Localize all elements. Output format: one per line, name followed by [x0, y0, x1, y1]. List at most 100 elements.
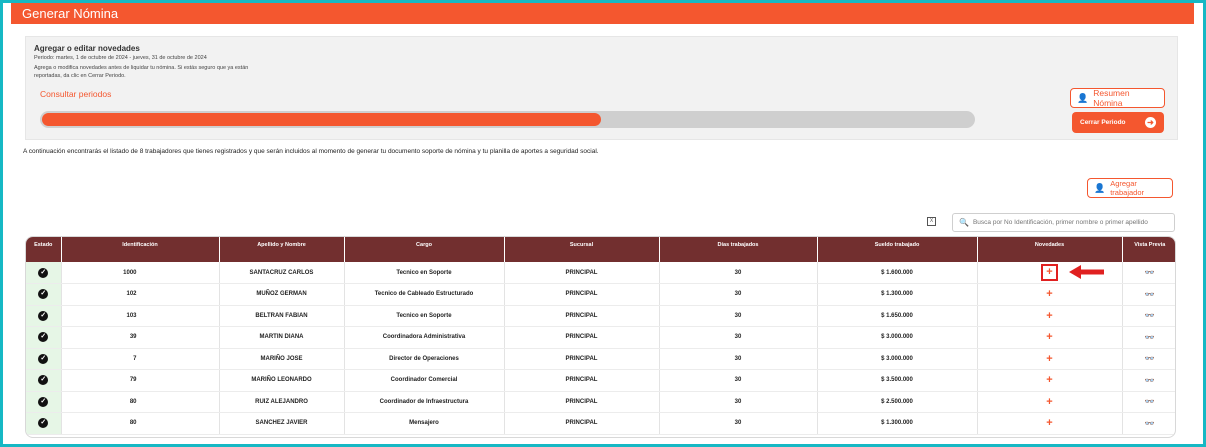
nombre-cell: SANTACRUZ CARLOS — [219, 262, 345, 284]
col-header-dias: Días trabajados — [659, 237, 818, 262]
check-icon: ✓ — [38, 310, 49, 321]
cerrar-periodo-button[interactable]: Cerrar Periodo ➜ — [1072, 112, 1164, 133]
novedades-cell: + — [977, 391, 1123, 413]
add-novedad-plus-icon[interactable]: + — [1046, 396, 1052, 407]
dias-cell: 30 — [659, 369, 818, 392]
search-input[interactable] — [972, 219, 1173, 226]
sucursal-cell: PRINCIPAL — [504, 305, 660, 327]
sueldo-cell: $ 1.300.000 — [817, 283, 978, 306]
dias-cell: 30 — [659, 283, 818, 306]
novedades-panel: Agregar o editar novedades Periodo: mart… — [25, 36, 1178, 140]
vista-previa-cell: 👓 — [1122, 369, 1175, 392]
col-header-sucursal: Sucursal — [504, 237, 660, 262]
table-row: ✓ 80 RUIZ ALEJANDRO Coordinador de Infraest… — [26, 391, 1175, 413]
identificacion-cell: 103 — [61, 305, 220, 327]
resumen-nomina-button[interactable]: 👤 Resumen Nómina — [1070, 88, 1165, 108]
glasses-icon[interactable]: 👓 — [1145, 376, 1155, 385]
excel-export-icon[interactable]: X — [927, 217, 936, 226]
vista-previa-cell: 👓 — [1122, 283, 1175, 306]
col-header-identificacion: Identificación — [61, 237, 220, 262]
search-box[interactable]: 🔍 — [952, 213, 1175, 232]
estado-cell: ✓ — [26, 348, 62, 370]
nombre-cell: SANCHEZ JAVIER — [219, 412, 345, 435]
identificacion-cell: 1000 — [61, 262, 220, 284]
check-icon: ✓ — [38, 289, 49, 300]
agregar-trabajador-label: Agregar trabajador — [1110, 179, 1144, 197]
sucursal-cell: PRINCIPAL — [504, 348, 660, 370]
glasses-icon[interactable]: 👓 — [1145, 397, 1155, 406]
estado-cell: ✓ — [26, 305, 62, 327]
add-novedad-plus-icon[interactable]: + — [1046, 289, 1052, 300]
col-header-vista-previa: Vista Previa — [1134, 242, 1166, 248]
check-icon: ✓ — [38, 332, 49, 343]
add-novedad-plus-icon[interactable]: + — [1041, 264, 1058, 281]
help-text: Agrega o modifica novedades antes de liq… — [34, 65, 249, 79]
col-header-sueldo: Sueldo trabajado — [817, 237, 978, 262]
cargo-cell: Tecnico en Soporte — [344, 262, 505, 284]
red-arrow-annotation — [1069, 265, 1104, 279]
table-row: ✓ 1000 SANTACRUZ CARLOS Tecnico en Soporte P… — [26, 262, 1175, 284]
identificacion-cell: 80 — [61, 412, 220, 435]
sucursal-cell: PRINCIPAL — [504, 391, 660, 413]
sucursal-cell: PRINCIPAL — [504, 412, 660, 435]
estado-cell: ✓ — [26, 262, 62, 284]
novedades-cell: + — [977, 348, 1123, 370]
glasses-icon[interactable]: 👓 — [1145, 333, 1155, 342]
cargo-cell: Tecnico en Soporte — [344, 305, 505, 327]
check-icon: ✓ — [38, 375, 49, 386]
period-text: Periodo: martes, 1 de octubre de 2024 - … — [34, 55, 207, 61]
check-icon: ✓ — [38, 353, 49, 364]
glasses-icon[interactable]: 👓 — [1145, 268, 1155, 277]
sueldo-cell: $ 3.000.000 — [817, 326, 978, 349]
check-icon: ✓ — [38, 267, 49, 278]
table-row: ✓ 103 BELTRAN FABIAN Tecnico en Soporte PRIN… — [26, 305, 1175, 327]
nombre-cell: MARTIN DIANA — [219, 326, 345, 349]
add-novedad-plus-icon[interactable]: + — [1046, 418, 1052, 429]
agregar-trabajador-button[interactable]: 👤 Agregar trabajador — [1087, 178, 1173, 198]
add-novedad-plus-icon[interactable]: + — [1046, 332, 1052, 343]
dias-cell: 30 — [659, 348, 818, 370]
table-row: ✓ 80 SANCHEZ JAVIER Mensajero PRINCIPAL 30 $ 1… — [26, 412, 1175, 435]
resumen-nomina-label: Resumen Nómina — [1093, 88, 1130, 108]
page-header: Generar Nómina — [11, 3, 1194, 24]
sueldo-cell: $ 3.500.000 — [817, 369, 978, 392]
add-novedad-plus-icon[interactable]: + — [1046, 353, 1052, 364]
dias-cell: 30 — [659, 326, 818, 349]
dias-cell: 30 — [659, 305, 818, 327]
user-plus-icon: 👤 — [1094, 182, 1106, 193]
identificacion-cell: 79 — [61, 369, 220, 392]
col-header-estado: Estado — [26, 237, 62, 262]
glasses-icon[interactable]: 👓 — [1145, 354, 1155, 363]
table-row: ✓ 102 MUÑOZ GERMAN Tecnico de Cableado Estr… — [26, 283, 1175, 306]
col-header-cargo: Cargo — [344, 237, 505, 262]
vista-previa-cell: 👓 — [1122, 348, 1175, 370]
glasses-icon[interactable]: 👓 — [1145, 290, 1155, 299]
col-header-nombre: Apellido y Nombre — [219, 237, 345, 262]
estado-cell: ✓ — [26, 283, 62, 306]
table-row: ✓ 39 MARTIN DIANA Coordinadora Administrati… — [26, 326, 1175, 349]
novedades-cell: + — [977, 326, 1123, 349]
add-novedad-plus-icon[interactable]: + — [1046, 310, 1052, 321]
table-row: ✓ 79 MARIÑO LEONARDO Coordinador Comercial P… — [26, 369, 1175, 392]
identificacion-cell: 102 — [61, 283, 220, 306]
progress-bar-fill — [42, 113, 601, 126]
panel-title: Agregar o editar novedades — [34, 44, 140, 53]
nombre-cell: MARIÑO JOSE — [219, 348, 345, 370]
dias-cell: 30 — [659, 262, 818, 284]
consult-periods-link[interactable]: Consultar periodos — [40, 89, 111, 99]
add-novedad-plus-icon[interactable]: + — [1046, 375, 1052, 386]
workers-table: Estado Identificación Apellido y Nombre … — [25, 236, 1176, 438]
sueldo-cell: $ 3.000.000 — [817, 348, 978, 370]
cargo-cell: Tecnico de Cableado Estructurado — [344, 283, 505, 306]
workers-info-text: A continuación encontrarás el listado de… — [23, 148, 599, 155]
glasses-icon[interactable]: 👓 — [1145, 419, 1155, 428]
estado-cell: ✓ — [26, 369, 62, 392]
novedades-cell: + — [977, 369, 1123, 392]
check-icon: ✓ — [38, 396, 49, 407]
nombre-cell: BELTRAN FABIAN — [219, 305, 345, 327]
check-icon: ✓ — [38, 418, 49, 429]
arrow-right-icon: ➜ — [1145, 117, 1156, 128]
col-header-novedades: Novedades — [977, 237, 1123, 262]
novedades-cell: + — [977, 283, 1123, 306]
glasses-icon[interactable]: 👓 — [1145, 311, 1155, 320]
